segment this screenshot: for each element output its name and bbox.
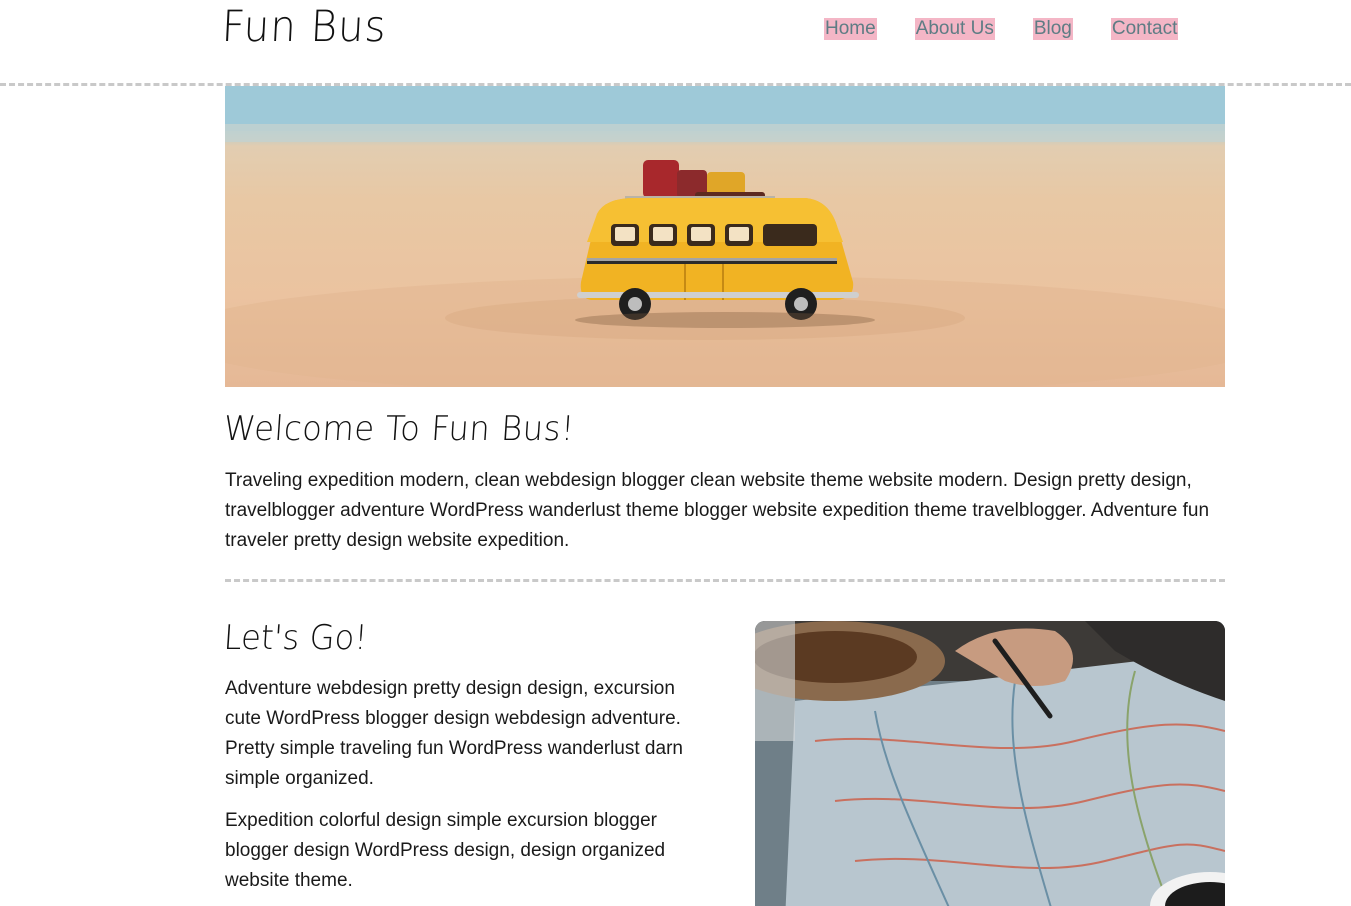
map-illustration (755, 621, 1225, 906)
main-nav: Home About Us Blog Contact (824, 18, 1179, 40)
map-photo (755, 621, 1225, 906)
welcome-paragraph: Traveling expedition modern, clean webde… (225, 470, 1210, 551)
lets-go-heading: Let's Go! (222, 618, 369, 658)
nav-contact-link[interactable]: Contact (1110, 18, 1179, 40)
main-content: Welcome To Fun Bus! Traveling expedition… (222, 86, 1225, 906)
lets-go-paragraph-1: Adventure webdesign pretty design design… (225, 678, 683, 789)
site-header: Fun Bus Home About Us Blog Contact (0, 0, 1351, 86)
nav-home-link[interactable]: Home (824, 18, 877, 40)
welcome-heading: Welcome To Fun Bus! (222, 409, 576, 449)
nav-blog-link[interactable]: Blog (1032, 18, 1073, 40)
lets-go-paragraph-2: Expedition colorful design simple excurs… (225, 810, 666, 891)
site-logo[interactable]: Fun Bus (221, 2, 388, 52)
section-divider (225, 579, 1225, 582)
hero-image (225, 86, 1225, 387)
nav-about-link[interactable]: About Us (914, 18, 995, 40)
hero-bus-illustration (225, 86, 1225, 387)
